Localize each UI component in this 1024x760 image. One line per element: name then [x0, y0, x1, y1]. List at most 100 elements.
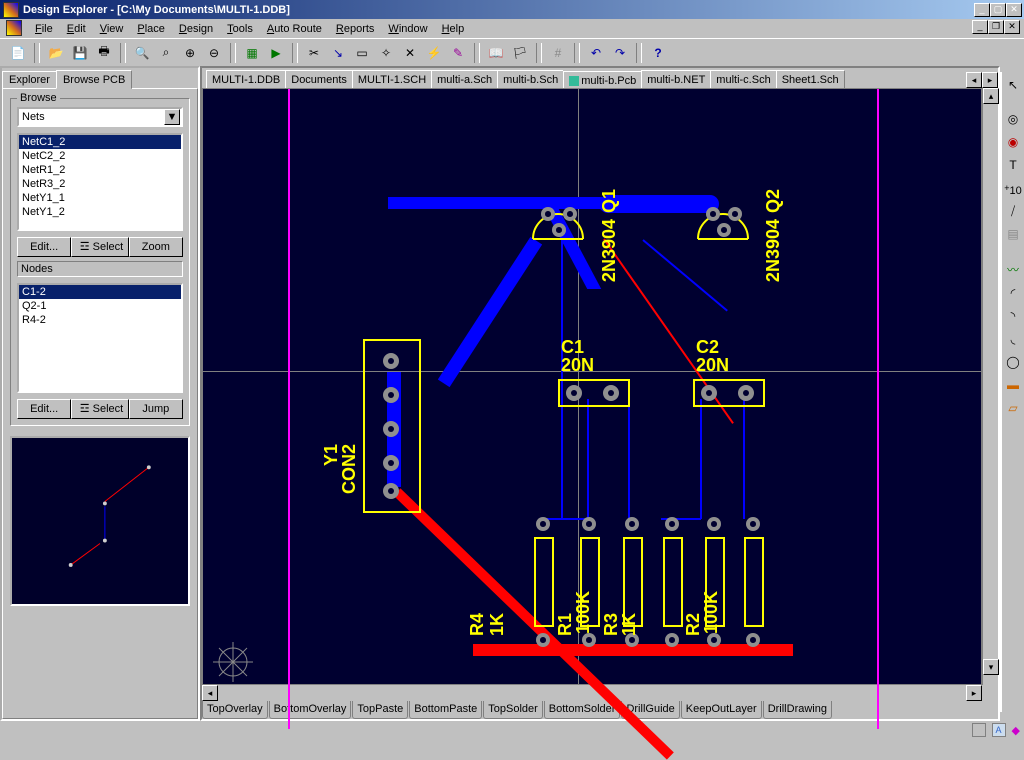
tb-zoom-in[interactable]: ⊕ [180, 43, 200, 63]
pad[interactable] [541, 207, 555, 221]
tb-open[interactable]: 📂 [46, 43, 66, 63]
tb-select-rect[interactable]: ▭ [352, 43, 372, 63]
doctab[interactable]: multi-c.Sch [710, 70, 776, 88]
pad[interactable] [706, 207, 720, 221]
pad[interactable] [717, 223, 731, 237]
tab-scroll-right[interactable]: ▸ [982, 72, 998, 88]
side-via-icon[interactable]: ◉ [1004, 133, 1022, 151]
menu-file[interactable]: File [35, 23, 53, 35]
tb-cut[interactable]: ✂ [304, 43, 324, 63]
pad[interactable] [383, 387, 399, 403]
list-item[interactable]: NetY1_2 [19, 205, 181, 219]
pad[interactable] [728, 207, 742, 221]
side-text-icon[interactable]: T [1004, 156, 1022, 174]
doctab[interactable]: MULTI-1.DDB [206, 70, 286, 88]
maximize-button[interactable]: ▢ [990, 3, 1006, 17]
scroll-up[interactable]: ▴ [983, 88, 999, 104]
tb-zoom-area[interactable]: 🔍 [132, 43, 152, 63]
menu-edit[interactable]: Edit [67, 23, 86, 35]
pad[interactable] [701, 385, 717, 401]
select-button[interactable]: ☲ Select [71, 237, 128, 257]
pad[interactable] [552, 223, 566, 237]
side-arc1-icon[interactable]: ◜ [1004, 284, 1022, 302]
pad[interactable] [738, 385, 754, 401]
status-eraser-icon[interactable]: ◆ [1012, 724, 1020, 737]
tb-tool3[interactable]: ↘ [328, 43, 348, 63]
pad[interactable] [563, 207, 577, 221]
pcb-preview[interactable] [10, 436, 190, 606]
edit2-button[interactable]: Edit... [17, 399, 71, 419]
close-button[interactable]: ✕ [1006, 3, 1022, 17]
side-hatch-icon[interactable]: ▤ [1004, 225, 1022, 243]
tb-zoom-out[interactable]: ⊖ [204, 43, 224, 63]
list-item[interactable]: NetR1_2 [19, 163, 181, 177]
tb-undo[interactable]: ↶ [586, 43, 606, 63]
mdi-minimize[interactable]: _ [972, 20, 988, 34]
tb-flag[interactable]: 🏳 [510, 43, 530, 63]
side-pad-icon[interactable]: ◎ [1004, 110, 1022, 128]
mdi-close[interactable]: ✕ [1004, 20, 1020, 34]
pad[interactable] [383, 353, 399, 369]
scroll-left[interactable]: ◂ [202, 685, 218, 701]
tb-tool2[interactable]: ▶ [266, 43, 286, 63]
side-dimension-icon[interactable]: +10 [1004, 179, 1022, 197]
side-circle-icon[interactable]: ◯ [1004, 353, 1022, 371]
mdi-restore[interactable]: ❐ [988, 20, 1004, 34]
menu-tools[interactable]: Tools [227, 23, 253, 35]
scroll-right[interactable]: ▸ [966, 685, 982, 701]
menu-place[interactable]: Place [137, 23, 165, 35]
list-item[interactable]: Q2-1 [19, 299, 181, 313]
edit-button[interactable]: Edit... [17, 237, 71, 257]
menu-reports[interactable]: Reports [336, 23, 375, 35]
list-item[interactable]: NetY1_1 [19, 191, 181, 205]
minimize-button[interactable]: _ [974, 3, 990, 17]
tb-help[interactable]: ? [648, 43, 668, 63]
list-item[interactable]: NetC1_2 [19, 135, 181, 149]
tab-browse-pcb[interactable]: Browse PCB [56, 70, 132, 89]
menu-help[interactable]: Help [442, 23, 465, 35]
pad[interactable] [383, 421, 399, 437]
menu-view[interactable]: View [100, 23, 124, 35]
doctab[interactable]: Sheet1.Sch [776, 70, 845, 88]
list-item[interactable]: R4-2 [19, 313, 181, 327]
tb-tool7[interactable]: ✎ [448, 43, 468, 63]
tb-tool6[interactable]: ⚡ [424, 43, 444, 63]
tab-scroll-left[interactable]: ◂ [966, 72, 982, 88]
document-icon[interactable] [6, 20, 22, 36]
tb-book[interactable]: 📖 [486, 43, 506, 63]
doctab[interactable]: Documents [285, 70, 353, 88]
side-arc3-icon[interactable]: ◟ [1004, 330, 1022, 348]
pad[interactable] [603, 385, 619, 401]
jump-button[interactable]: Jump [129, 399, 183, 419]
side-fill-icon[interactable]: ▬ [1004, 376, 1022, 394]
doctab-active[interactable]: multi-b.Pcb [563, 71, 642, 89]
tb-redo[interactable]: ↷ [610, 43, 630, 63]
pad[interactable] [383, 455, 399, 471]
tb-print[interactable]: 🖶 [94, 43, 114, 63]
pad[interactable] [566, 385, 582, 401]
zoom-button[interactable]: Zoom [129, 237, 183, 257]
pcb-canvas[interactable]: Y1 CON2 Q1 2N3904 Q2 2N3904 [202, 88, 982, 685]
side-diag-icon[interactable]: ⧸ [1004, 202, 1022, 220]
tb-tool4[interactable]: ✧ [376, 43, 396, 63]
tb-zoom-fit[interactable]: ⌕ [156, 43, 176, 63]
tab-explorer[interactable]: Explorer [2, 71, 57, 88]
menu-design[interactable]: Design [179, 23, 213, 35]
doctab[interactable]: multi-b.Sch [497, 70, 564, 88]
tb-tool5[interactable]: ✕ [400, 43, 420, 63]
menu-window[interactable]: Window [388, 23, 427, 35]
dropdown-arrow-icon[interactable]: ▼ [164, 109, 180, 125]
list-item[interactable]: C1-2 [19, 285, 181, 299]
doctab[interactable]: multi-b.NET [641, 70, 711, 88]
select2-button[interactable]: ☲ Select [71, 399, 128, 419]
side-line-icon[interactable]: 〰 [1004, 261, 1022, 279]
tb-new[interactable]: 📄 [8, 43, 28, 63]
menu-autoroute[interactable]: Auto Route [267, 23, 322, 35]
browse-mode-dropdown[interactable]: Nets ▼ [17, 107, 183, 127]
nodes-list[interactable]: C1-2 Q2-1 R4-2 [17, 283, 183, 393]
tb-tool1[interactable]: ▦ [242, 43, 262, 63]
doctab[interactable]: multi-a.Sch [431, 70, 498, 88]
side-arc2-icon[interactable]: ◝ [1004, 307, 1022, 325]
layer-tab[interactable]: TopOverlay [202, 701, 268, 719]
scroll-down[interactable]: ▾ [983, 659, 999, 675]
